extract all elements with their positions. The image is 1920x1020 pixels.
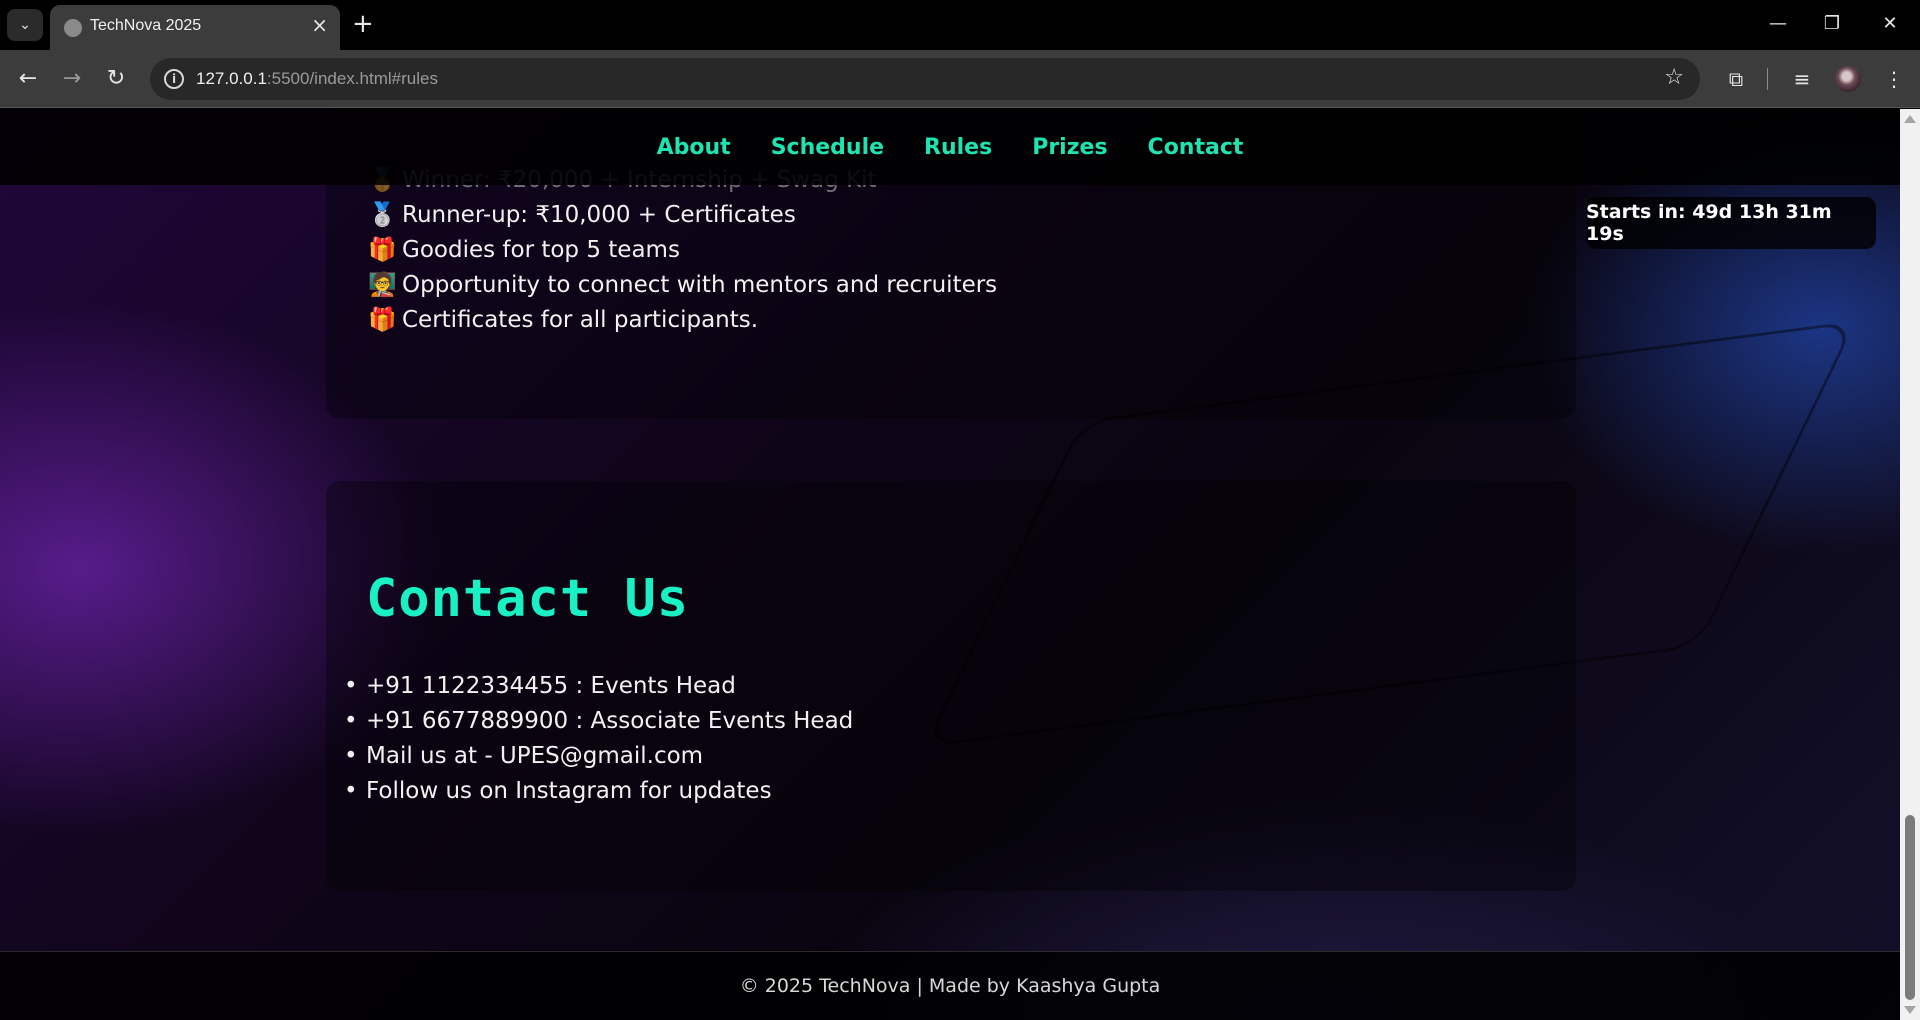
list-item: +91 1122334455 : Events Head xyxy=(366,669,853,704)
window-close-icon[interactable]: ✕ xyxy=(1870,8,1910,40)
url-text: 127.0.0.1:5500/index.html#rules xyxy=(196,69,438,88)
toolbar-separator xyxy=(1767,68,1768,90)
address-bar[interactable]: i 127.0.0.1:5500/index.html#rules ☆ xyxy=(150,58,1700,100)
extensions-icon[interactable]: ⧉ xyxy=(1720,63,1752,95)
footer: © 2025 TechNova | Made by Kaashya Gupta xyxy=(0,951,1900,1020)
close-icon[interactable]: × xyxy=(311,15,328,35)
browser-tab-bar: ⌄ TechNova 2025 × + — ❐ ✕ xyxy=(0,0,1920,50)
list-item: 🎁 Certificates for all participants. xyxy=(368,307,759,333)
plus-icon[interactable]: + xyxy=(352,10,374,38)
tab-title: TechNova 2025 xyxy=(90,17,202,34)
countdown-timer: Starts in: 49d 13h 31m 19s xyxy=(1586,197,1876,249)
restore-icon[interactable]: ❐ xyxy=(1812,8,1852,40)
nav-link-contact[interactable]: Contact xyxy=(1148,135,1244,160)
list-item: 🧑‍🏫 Opportunity to connect with mentors a… xyxy=(368,272,998,298)
profile-avatar[interactable] xyxy=(1835,66,1861,92)
nav-link-schedule[interactable]: Schedule xyxy=(771,135,884,160)
media-controls-icon[interactable]: ≡ xyxy=(1786,63,1818,95)
list-item: Follow us on Instagram for updates xyxy=(366,774,853,809)
prizes-list: 🥇Winner: ₹20,000 + Internship + Swag Kit… xyxy=(368,163,997,338)
page-scrollbar[interactable] xyxy=(1900,109,1920,1020)
info-icon[interactable]: i xyxy=(164,69,184,89)
list-item: +91 6677889900 : Associate Events Head xyxy=(366,704,853,739)
contact-list: +91 1122334455 : Events Head +91 6677889… xyxy=(366,669,853,809)
list-item: Mail us at - UPES@gmail.com xyxy=(366,739,853,774)
star-icon[interactable]: ☆ xyxy=(1664,65,1684,90)
nav-link-rules[interactable]: Rules xyxy=(924,135,992,160)
browser-toolbar: ← → ↻ i 127.0.0.1:5500/index.html#rules … xyxy=(0,50,1920,108)
tab-search-icon[interactable]: ⌄ xyxy=(7,9,43,41)
browser-tab[interactable]: TechNova 2025 × xyxy=(50,5,340,50)
more-menu-icon[interactable]: ⋮ xyxy=(1878,63,1910,95)
favicon-globe-icon xyxy=(64,19,82,37)
scroll-down-arrow-icon[interactable] xyxy=(1904,1006,1916,1014)
site-nav: About Schedule Rules Prizes Contact xyxy=(0,109,1900,185)
scroll-up-arrow-icon[interactable] xyxy=(1904,115,1916,123)
list-item: 🎁 Goodies for top 5 teams xyxy=(368,237,680,263)
minimize-icon[interactable]: — xyxy=(1758,8,1798,40)
forward-arrow-icon[interactable]: → xyxy=(56,63,88,95)
contact-title: Contact Us xyxy=(366,569,690,629)
nav-link-about[interactable]: About xyxy=(657,135,731,160)
scroll-thumb[interactable] xyxy=(1905,815,1915,1000)
reload-icon[interactable]: ↻ xyxy=(100,63,132,95)
back-arrow-icon[interactable]: ← xyxy=(12,63,44,95)
list-item: 🥈 Runner-up: ₹10,000 + Certificates xyxy=(368,202,796,228)
page-viewport: 🥇Winner: ₹20,000 + Internship + Swag Kit… xyxy=(0,109,1900,1020)
nav-link-prizes[interactable]: Prizes xyxy=(1032,135,1107,160)
